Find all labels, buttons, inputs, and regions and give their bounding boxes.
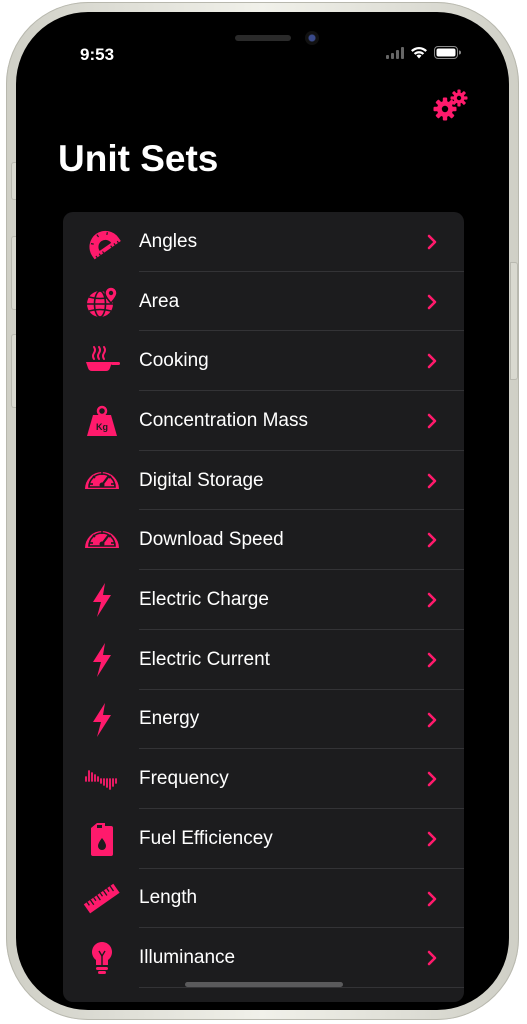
list-item-label: Length	[139, 887, 198, 909]
list-item-label: Angles	[139, 230, 198, 252]
globe-pin-icon	[83, 284, 121, 320]
battery-icon	[434, 46, 461, 59]
chevron-right-icon	[427, 413, 437, 429]
ruler-icon	[83, 881, 121, 917]
chevron-right-icon	[427, 771, 437, 787]
list-item-download-speed[interactable]: Download Speed	[63, 510, 464, 571]
unit-sets-list: Angles Area Cooking Kg Concentration Mas…	[63, 212, 464, 1002]
list-item-electric-current[interactable]: Electric Current	[63, 630, 464, 690]
power-button	[510, 262, 518, 380]
settings-button[interactable]	[432, 87, 470, 125]
waveform-icon	[83, 761, 121, 797]
list-item-illuminance[interactable]: Illuminance	[63, 928, 464, 988]
chevron-right-icon	[427, 652, 437, 668]
list-item-label: Download Speed	[139, 529, 284, 551]
kg-weight-text: Kg	[96, 422, 108, 432]
list-item-length[interactable]: Length	[63, 869, 464, 929]
status-time: 9:53	[80, 45, 115, 64]
list-item-label: Electric Charge	[139, 588, 269, 610]
chevron-right-icon	[427, 294, 437, 309]
kg-weight-icon: Kg	[83, 403, 121, 439]
status-icons	[386, 46, 462, 59]
list-item-electric-charge[interactable]: Electric Charge	[63, 570, 464, 630]
home-indicator[interactable]	[185, 982, 343, 987]
list-item-fuel-efficiency[interactable]: Fuel Efficiencey	[63, 809, 464, 869]
speedometer-icon	[83, 522, 121, 558]
chevron-right-icon	[427, 354, 437, 369]
chevron-right-icon	[427, 473, 437, 489]
list-item-area[interactable]: Area	[63, 272, 464, 332]
frying-pan-icon	[83, 343, 121, 379]
light-bulb-icon	[83, 940, 121, 976]
list-item-frequency[interactable]: Frequency	[63, 749, 464, 809]
gears-icon	[433, 89, 468, 121]
signal-icon	[386, 46, 404, 59]
list-item-label: Concentration Mass	[139, 409, 308, 431]
list-item-label: Fuel Efficiencey	[139, 827, 273, 849]
lightning-bolt-icon	[83, 642, 121, 678]
list-item-label: Energy	[139, 708, 200, 730]
page-title: Unit Sets	[58, 138, 219, 179]
speedometer-icon	[83, 463, 121, 499]
chevron-right-icon	[427, 533, 437, 548]
protractor-icon	[83, 224, 121, 260]
chevron-right-icon	[427, 950, 437, 966]
wifi-icon	[411, 47, 427, 59]
list-item-label: Electric Current	[139, 648, 270, 670]
chevron-right-icon	[427, 712, 437, 727]
fuel-can-icon	[83, 821, 121, 857]
list-item-concentration-mass[interactable]: Kg Concentration Mass	[63, 391, 464, 451]
list-item-label: Illuminance	[139, 947, 236, 969]
list-item-label: Cooking	[139, 350, 209, 372]
list-item-label: Area	[139, 290, 180, 312]
chevron-right-icon	[427, 891, 437, 906]
earpiece-speaker	[235, 35, 291, 41]
chevron-right-icon	[427, 234, 437, 250]
list-item-label: Digital Storage	[139, 469, 264, 491]
front-camera	[305, 31, 319, 45]
list-item-label: Frequency	[139, 768, 229, 790]
chevron-right-icon	[427, 831, 437, 847]
lightning-bolt-icon	[83, 702, 121, 738]
chevron-right-icon	[427, 592, 437, 608]
list-item-energy[interactable]: Energy	[63, 690, 464, 750]
list-item-cooking[interactable]: Cooking	[63, 331, 464, 392]
list-item-digital-storage[interactable]: Digital Storage	[63, 451, 464, 511]
list-item-angles[interactable]: Angles	[63, 212, 464, 272]
lightning-bolt-icon	[83, 582, 121, 618]
row-separator	[139, 986, 464, 988]
